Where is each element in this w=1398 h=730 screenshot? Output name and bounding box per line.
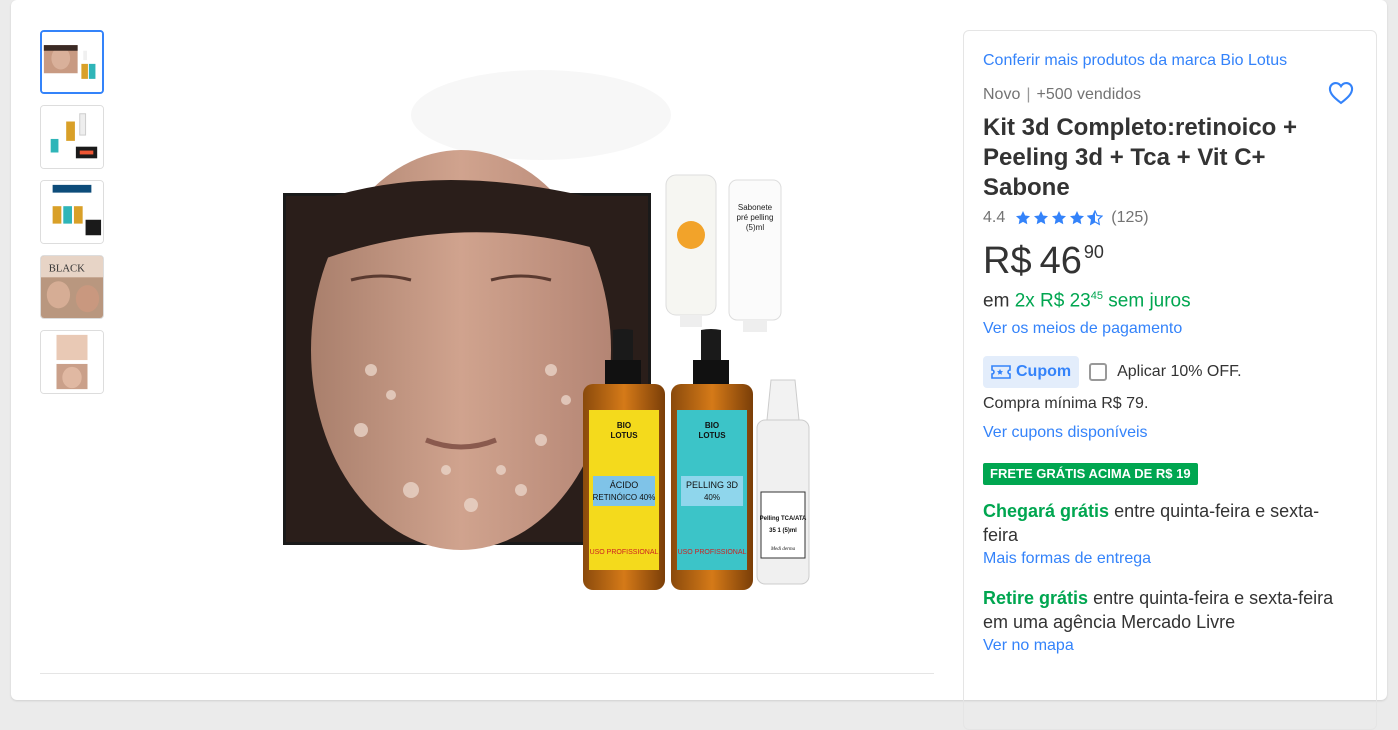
- coupon-badge-label: Cupom: [1016, 363, 1072, 381]
- map-link[interactable]: Ver no mapa: [983, 635, 1357, 657]
- bottle2-label-5: USO PROFISSIONAL: [678, 549, 747, 556]
- tube2-label-1: Sabonete: [738, 203, 773, 212]
- installment-value: 2x R$ 23: [1014, 290, 1091, 312]
- condition-separator: |: [1026, 86, 1031, 103]
- bottle3-label-3: Medi derma: [770, 547, 796, 552]
- tube2-label-3: (5)ml: [746, 223, 764, 232]
- price-cents: 90: [1083, 242, 1104, 262]
- coupon-ticket-icon: [991, 365, 1011, 380]
- sold-count: +500 vendidos: [1036, 86, 1142, 103]
- brand-link[interactable]: Conferir mais produtos da marca Bio Lotu…: [983, 51, 1357, 71]
- price-currency: R$: [983, 240, 1032, 282]
- condition-label: Novo: [983, 86, 1021, 103]
- installments: em 2x R$ 2345 sem juros: [983, 283, 1357, 314]
- bottle1-label-5: USO PROFISSIONAL: [590, 549, 659, 556]
- installment-prefix: em: [983, 290, 1010, 312]
- heart-icon[interactable]: [1327, 79, 1355, 107]
- svg-text:BLACK: BLACK: [49, 264, 85, 275]
- available-coupons-link[interactable]: Ver cupons disponíveis: [983, 422, 1357, 444]
- thumbnail-5[interactable]: [40, 330, 104, 394]
- star-full-icon: [1034, 211, 1049, 225]
- bottle1-label-4: RETINÓICO 40%: [593, 493, 656, 502]
- coupon-badge: Cupom: [983, 356, 1080, 389]
- thumbnail-gallery: BLACK: [40, 30, 104, 405]
- star-half-icon: [1087, 210, 1104, 226]
- free-shipping-badge: FRETE GRÁTIS ACIMA DE R$ 19: [983, 463, 1198, 486]
- gallery-divider: [40, 673, 934, 674]
- bottle2-label-2: LOTUS: [698, 431, 726, 440]
- coupon-row: Cupom Aplicar 10% OFF.: [983, 356, 1357, 389]
- payment-methods-link[interactable]: Ver os meios de pagamento: [983, 318, 1357, 340]
- star-full-icon: [1070, 211, 1085, 225]
- installment-suffix: sem juros: [1108, 290, 1191, 312]
- bottle2-label-1: BIO: [705, 421, 719, 430]
- star-full-icon: [1016, 211, 1031, 225]
- star-full-icon: [1052, 211, 1067, 225]
- rating-row[interactable]: 4.4 (125): [983, 207, 1357, 229]
- product-title: Kit 3d Completo:retinoico + Peeling 3d +…: [983, 114, 1298, 201]
- thumbnail-2[interactable]: [40, 105, 104, 169]
- minimum-purchase: Compra mínima R$ 79.: [983, 395, 1149, 413]
- bottle3-label-1: Pelling TCA/ATA: [760, 516, 807, 522]
- bottle2-label-3: PELLING 3D: [686, 480, 739, 490]
- pickup-bold: Retire grátis: [983, 588, 1089, 609]
- apply-coupon-label[interactable]: Aplicar 10% OFF.: [1117, 363, 1241, 381]
- condition-row: Novo | +500 vendidos: [983, 82, 1357, 105]
- arrival-info: Chegará grátis entre quinta-feira e sext…: [983, 499, 1343, 547]
- thumbnail-1[interactable]: [40, 30, 104, 94]
- bottle3-label-2: 35 1 (5)ml: [769, 528, 797, 534]
- tube2-label-2: pré pelling: [737, 213, 774, 222]
- pickup-info: Retire grátis entre quinta-feira e sexta…: [983, 586, 1353, 634]
- bottle2-label-4: 40%: [704, 493, 720, 502]
- bottle1-label-1: BIO: [617, 421, 631, 430]
- bottle1-label-3: ÁCIDO: [610, 480, 639, 490]
- apply-coupon-checkbox[interactable]: [1089, 363, 1108, 382]
- shipping-options-link[interactable]: Mais formas de entrega: [983, 548, 1357, 570]
- product-page: BLACK Sabonete pré pelling (5)ml BIO LOT…: [11, 0, 1387, 730]
- rating-stars: [1015, 210, 1104, 226]
- buy-box: Conferir mais produtos da marca Bio Lotu…: [963, 30, 1377, 730]
- price: R$ 46 90: [983, 239, 1357, 283]
- rating-value: 4.4: [983, 209, 1006, 226]
- arrival-bold: Chegará grátis: [983, 501, 1110, 522]
- installment-cents: 45: [1090, 290, 1103, 302]
- thumbnail-3[interactable]: [40, 180, 104, 244]
- bottle1-label-2: LOTUS: [610, 431, 638, 440]
- rating-count: (125): [1111, 209, 1149, 226]
- product-main-image[interactable]: Sabonete pré pelling (5)ml BIO LOTUS ÁCI…: [261, 50, 821, 610]
- thumbnail-4[interactable]: BLACK: [40, 255, 104, 319]
- price-amount: 46: [1039, 240, 1082, 282]
